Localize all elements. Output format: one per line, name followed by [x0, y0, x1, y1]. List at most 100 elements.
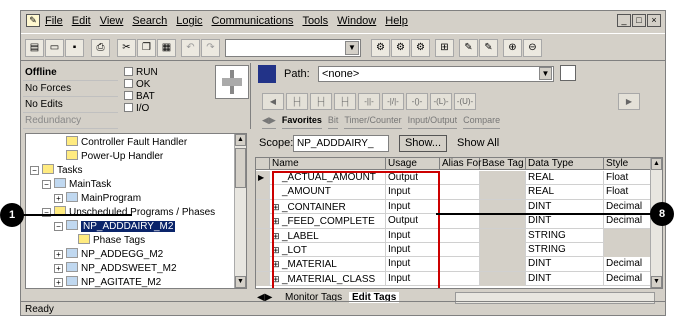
cell-base-tag[interactable] — [480, 257, 526, 272]
tab-favorites[interactable]: Favorites — [281, 115, 322, 129]
cell-base-tag[interactable] — [480, 199, 526, 214]
tab-input-output[interactable]: Input/Output — [407, 115, 458, 129]
minimize-icon[interactable]: _ — [617, 14, 631, 27]
menu-window[interactable]: Window — [337, 15, 376, 27]
undo-icon[interactable]: ↶ — [181, 39, 200, 57]
menu-edit[interactable]: Edit — [72, 15, 91, 27]
cell-data-type[interactable]: DINT — [526, 199, 604, 214]
cell-name[interactable]: ⊞ _MATERIAL — [270, 257, 386, 272]
expand-icon[interactable]: ⊞ — [272, 214, 282, 228]
open-folder-icon[interactable]: ▭ — [45, 39, 64, 57]
cell-name[interactable]: ⊞ _LOT — [270, 243, 386, 257]
expand-icon[interactable]: ⊞ — [272, 272, 282, 286]
collapse-icon[interactable]: − — [30, 166, 39, 175]
cell-usage[interactable]: Input — [386, 199, 440, 214]
expand-icon[interactable]: ⊞ — [272, 243, 282, 257]
paste-icon[interactable]: ▦ — [157, 39, 176, 57]
menu-file[interactable]: File — [45, 15, 63, 27]
cell-data-type[interactable]: DINT — [526, 214, 604, 229]
app-icon[interactable]: ✎ — [26, 14, 40, 27]
scroll-thumb[interactable] — [235, 148, 246, 188]
collapse-icon[interactable]: − — [54, 222, 63, 231]
cell-name[interactable]: _ACTUAL_AMOUNT — [270, 171, 386, 185]
table-row[interactable]: ⊞ _MATERIAL_CLASS Input DINT Decimal — [256, 271, 652, 287]
cell-alias-for[interactable] — [440, 257, 480, 272]
table-row[interactable]: ⊞ _FEED_COMPLETE Output DINT Decimal — [256, 214, 652, 229]
tree-item[interactable]: − NP_ADDDAIRY_M2 — [54, 220, 176, 234]
search-combo[interactable]: ▼ — [225, 39, 361, 57]
browse-logic-icon[interactable]: ⚙ — [411, 39, 430, 57]
cell-style[interactable] — [604, 243, 652, 257]
cell-alias-for[interactable] — [440, 228, 480, 243]
cell-style[interactable]: Float — [604, 185, 652, 200]
controller-organizer[interactable]: Controller Fault Handler Power-Up Handler… — [25, 133, 247, 289]
edit-tags-icon[interactable]: ✎ — [479, 39, 498, 57]
cell-style[interactable]: Decimal — [604, 271, 652, 286]
expand-icon[interactable]: + — [54, 264, 63, 273]
cell-data-type[interactable]: STRING — [526, 243, 604, 257]
rung-icon[interactable]: ├┤ — [286, 93, 308, 110]
menu-logic[interactable]: Logic — [176, 15, 202, 27]
chevron-down-icon[interactable]: ▼ — [345, 41, 359, 55]
cell-alias-for[interactable] — [440, 271, 480, 286]
tree-item[interactable]: Phase Tags — [66, 234, 145, 248]
tree-item[interactable]: + MainProgram — [54, 192, 141, 206]
cell-alias-for[interactable] — [440, 171, 480, 185]
table-row[interactable]: ⊞ _MATERIAL Input DINT Decimal — [256, 257, 652, 272]
cell-usage[interactable]: Input — [386, 185, 440, 200]
menu-communications[interactable]: Communications — [212, 15, 294, 27]
new-file-icon[interactable]: ▤ — [25, 39, 44, 57]
cell-base-tag[interactable] — [480, 185, 526, 200]
verify-icon[interactable]: ⚙ — [371, 39, 390, 57]
cell-style[interactable] — [604, 228, 652, 243]
branch-level-icon[interactable]: ├┤ — [334, 93, 356, 110]
xic-icon[interactable]: -||- — [358, 93, 380, 110]
cell-style[interactable]: Decimal — [604, 214, 652, 229]
col-alias-for[interactable]: Alias For — [440, 158, 481, 170]
cell-usage[interactable]: Input — [386, 257, 440, 272]
scroll-down-icon[interactable]: ▼ — [651, 276, 662, 288]
expand-icon[interactable]: + — [54, 250, 63, 259]
cell-alias-for[interactable] — [440, 199, 480, 214]
cell-alias-for[interactable] — [440, 214, 480, 229]
tree-item[interactable]: − Unscheduled Programs / Phases — [42, 206, 215, 220]
col-usage[interactable]: Usage — [386, 158, 440, 170]
verify-controller-icon[interactable]: ⚙ — [391, 39, 410, 57]
cell-alias-for[interactable] — [440, 185, 480, 200]
table-row[interactable]: ⊞ _LOT Input STRING — [256, 243, 652, 258]
cell-name[interactable]: _AMOUNT — [270, 185, 386, 200]
scroll-left-icon[interactable]: ◀ — [262, 93, 284, 110]
cell-data-type[interactable]: REAL — [526, 185, 604, 200]
expand-icon[interactable]: + — [54, 194, 63, 203]
expand-icon[interactable]: ⊞ — [272, 229, 282, 243]
tree-item[interactable]: − Tasks — [30, 164, 83, 178]
cell-base-tag[interactable] — [480, 228, 526, 243]
cell-data-type[interactable]: DINT — [526, 257, 604, 272]
cell-data-type[interactable]: DINT — [526, 271, 604, 286]
cell-data-type[interactable]: STRING — [526, 228, 604, 243]
scroll-down-icon[interactable]: ▼ — [235, 276, 246, 288]
col-style[interactable]: Style — [604, 158, 652, 170]
expand-icon[interactable]: ⊞ — [272, 200, 282, 214]
tree-item[interactable]: + NP_ADDEGG_M2 — [54, 248, 163, 262]
cell-style[interactable]: Decimal — [604, 257, 652, 272]
cell-style[interactable]: Float — [604, 171, 652, 185]
expand-icon[interactable]: + — [54, 278, 63, 287]
cell-usage[interactable]: Input — [386, 228, 440, 243]
zoom-in-icon[interactable]: ⊕ — [503, 39, 522, 57]
cell-name[interactable]: ⊞ _LABEL — [270, 228, 386, 243]
scope-combo[interactable]: NP_ADDDAIRY_ — [293, 135, 389, 152]
menu-tools[interactable]: Tools — [302, 15, 328, 27]
table-row[interactable]: _AMOUNT Input REAL Float — [256, 185, 652, 200]
tree-item[interactable]: Power-Up Handler — [54, 150, 163, 164]
cell-data-type[interactable]: REAL — [526, 171, 604, 185]
zoom-out-icon[interactable]: ⊖ — [523, 39, 542, 57]
cell-usage[interactable]: Output — [386, 214, 440, 229]
cell-usage[interactable]: Input — [386, 271, 440, 286]
col-base-tag[interactable]: Base Tag — [480, 158, 526, 170]
otu-icon[interactable]: -(U)- — [454, 93, 476, 110]
cell-name[interactable]: ⊞ _CONTAINER — [270, 199, 386, 214]
cell-name[interactable]: ⊞ _MATERIAL_CLASS — [270, 271, 386, 286]
restore-icon[interactable]: □ — [632, 14, 646, 27]
tree-item[interactable]: + NP_ADDSWEET_M2 — [54, 262, 177, 276]
